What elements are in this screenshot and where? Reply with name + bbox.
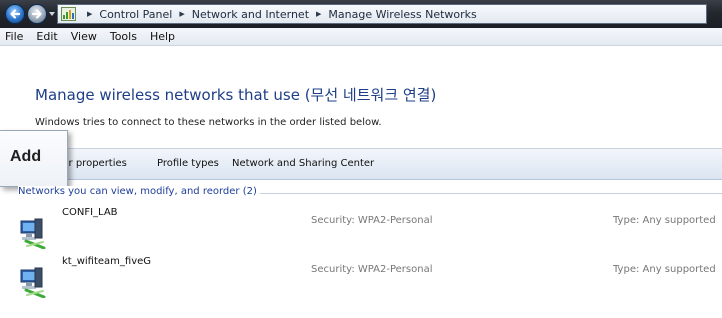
group-divider — [236, 193, 722, 194]
network-name: CONFI_LAB — [62, 207, 118, 218]
menu-bar: File Edit View Tools Help — [0, 28, 722, 46]
wireless-network-icon — [20, 218, 46, 249]
page-title: Manage wireless networks that use (무선 네트… — [35, 86, 437, 104]
breadcrumb-control-panel[interactable]: Control Panel — [99, 8, 172, 21]
control-panel-icon — [61, 7, 76, 21]
network-name: kt_wifiteam_fiveG — [62, 256, 152, 267]
breadcrumb: ▶ Control Panel ▶ Network and Internet ▶… — [80, 5, 477, 23]
menu-file[interactable]: File — [5, 30, 23, 43]
network-security: Security: WPA2-Personal — [311, 215, 433, 226]
network-security: Security: WPA2-Personal — [311, 264, 433, 275]
breadcrumb-separator-icon[interactable]: ▶ — [87, 10, 92, 18]
breadcrumb-separator-icon[interactable]: ▶ — [179, 10, 184, 18]
network-row[interactable]: kt_wifiteam_fiveG Security: WPA2-Persona… — [0, 250, 722, 298]
breadcrumb-manage-wireless-networks[interactable]: Manage Wireless Networks — [328, 8, 476, 21]
recent-pages-dropdown-icon[interactable] — [49, 12, 55, 16]
address-bar-frame: ▶ Control Panel ▶ Network and Internet ▶… — [0, 0, 722, 28]
menu-view[interactable]: View — [71, 30, 97, 43]
page-description: Windows tries to connect to these networ… — [35, 117, 382, 128]
add-button[interactable]: Add — [0, 130, 68, 187]
breadcrumb-network-and-internet[interactable]: Network and Internet — [192, 8, 309, 21]
menu-tools[interactable]: Tools — [110, 30, 137, 43]
network-row[interactable]: CONFI_LAB Security: WPA2-Personal Type: … — [0, 201, 722, 249]
back-arrow-icon — [10, 9, 21, 19]
forward-button[interactable] — [27, 4, 47, 24]
command-toolbar: apter properties Profile types Network a… — [0, 148, 722, 180]
group-header: Networks you can view, modify, and reord… — [18, 186, 260, 197]
menu-edit[interactable]: Edit — [36, 30, 57, 43]
profile-types-button[interactable]: Profile types — [157, 158, 219, 169]
breadcrumb-separator-icon[interactable]: ▶ — [316, 10, 321, 18]
menu-help[interactable]: Help — [150, 30, 175, 43]
network-type: Type: Any supported — [613, 215, 716, 226]
network-type: Type: Any supported — [613, 264, 716, 275]
network-and-sharing-center-button[interactable]: Network and Sharing Center — [232, 158, 374, 169]
back-button[interactable] — [5, 4, 25, 24]
address-field[interactable]: ▶ Control Panel ▶ Network and Internet ▶… — [57, 4, 707, 24]
forward-arrow-icon — [31, 9, 42, 19]
wireless-network-icon — [20, 267, 46, 298]
